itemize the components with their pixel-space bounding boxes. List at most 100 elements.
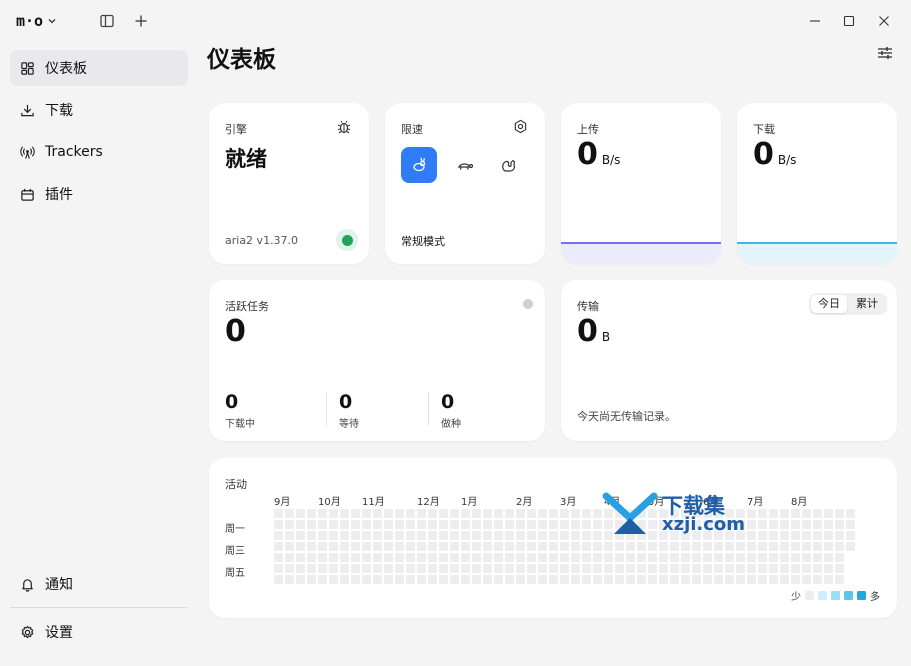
heatmap-cell[interactable] [758, 575, 767, 584]
heatmap-cell[interactable] [450, 553, 459, 562]
heatmap-cell[interactable] [681, 575, 690, 584]
heatmap-cell[interactable] [582, 542, 591, 551]
heatmap-cell[interactable] [648, 553, 657, 562]
heatmap-cell[interactable] [527, 564, 536, 573]
heatmap-cell[interactable] [582, 509, 591, 518]
heatmap-cell[interactable] [362, 509, 371, 518]
heatmap-cell[interactable] [296, 553, 305, 562]
add-icon[interactable] [132, 12, 150, 30]
heatmap-cell[interactable] [461, 520, 470, 529]
heatmap-cell[interactable] [813, 575, 822, 584]
heatmap-cell[interactable] [296, 531, 305, 540]
heatmap-cell[interactable] [736, 542, 745, 551]
heatmap-cell[interactable] [274, 531, 283, 540]
heatmap-cell[interactable] [791, 564, 800, 573]
heatmap-cell[interactable] [538, 542, 547, 551]
heatmap-cell[interactable] [571, 531, 580, 540]
heatmap-cell[interactable] [736, 553, 745, 562]
heatmap-cell[interactable] [483, 542, 492, 551]
heatmap-cell[interactable] [428, 531, 437, 540]
heatmap-cell[interactable] [846, 509, 855, 518]
heatmap-cell[interactable] [670, 553, 679, 562]
heatmap-cell[interactable] [505, 520, 514, 529]
heatmap-cell[interactable] [560, 553, 569, 562]
heatmap-cell[interactable] [373, 564, 382, 573]
heatmap-cell[interactable] [406, 542, 415, 551]
heatmap-cell[interactable] [802, 542, 811, 551]
heatmap-cell[interactable] [494, 575, 503, 584]
heatmap-cell[interactable] [340, 531, 349, 540]
heatmap-cell[interactable] [428, 542, 437, 551]
heatmap-cell[interactable] [538, 531, 547, 540]
heatmap-cell[interactable] [758, 542, 767, 551]
heatmap-cell[interactable] [560, 575, 569, 584]
heatmap-cell[interactable] [714, 564, 723, 573]
heatmap-cell[interactable] [791, 542, 800, 551]
heatmap-cell[interactable] [461, 542, 470, 551]
heatmap-cell[interactable] [450, 509, 459, 518]
heatmap-cell[interactable] [516, 553, 525, 562]
heatmap-cell[interactable] [296, 509, 305, 518]
heatmap-cell[interactable] [824, 553, 833, 562]
heatmap-cell[interactable] [758, 553, 767, 562]
heatmap-cell[interactable] [351, 575, 360, 584]
heatmap-cell[interactable] [483, 520, 492, 529]
heatmap-cell[interactable] [296, 575, 305, 584]
hexagon-settings-icon[interactable] [513, 119, 528, 138]
heatmap-cell[interactable] [571, 553, 580, 562]
heatmap-cell[interactable] [824, 520, 833, 529]
heatmap-cell[interactable] [329, 542, 338, 551]
heatmap-cell[interactable] [560, 509, 569, 518]
heatmap-cell[interactable] [791, 553, 800, 562]
heatmap-cell[interactable] [351, 520, 360, 529]
heatmap-cell[interactable] [802, 531, 811, 540]
heatmap-cell[interactable] [780, 509, 789, 518]
heatmap-cell[interactable] [417, 575, 426, 584]
heatmap-cell[interactable] [417, 509, 426, 518]
heatmap-cell[interactable] [637, 564, 646, 573]
heatmap-cell[interactable] [527, 542, 536, 551]
heatmap-cell[interactable] [395, 531, 404, 540]
heatmap-cell[interactable] [395, 509, 404, 518]
heatmap-cell[interactable] [340, 509, 349, 518]
heatmap-cell[interactable] [373, 575, 382, 584]
heatmap-cell[interactable] [472, 520, 481, 529]
heatmap-cell[interactable] [549, 520, 558, 529]
heatmap-cell[interactable] [516, 542, 525, 551]
heatmap-cell[interactable] [472, 509, 481, 518]
heatmap-cell[interactable] [318, 564, 327, 573]
heatmap-cell[interactable] [461, 553, 470, 562]
heatmap-cell[interactable] [406, 509, 415, 518]
heatmap-cell[interactable] [615, 575, 624, 584]
heatmap-cell[interactable] [560, 564, 569, 573]
heatmap-cell[interactable] [615, 553, 624, 562]
heatmap-cell[interactable] [329, 531, 338, 540]
heatmap-cell[interactable] [406, 531, 415, 540]
heatmap-cell[interactable] [494, 564, 503, 573]
minimize-icon[interactable] [806, 12, 824, 30]
heatmap-cell[interactable] [395, 553, 404, 562]
heatmap-cell[interactable] [505, 531, 514, 540]
heatmap-cell[interactable] [395, 575, 404, 584]
heatmap-cell[interactable] [296, 520, 305, 529]
heatmap-cell[interactable] [725, 542, 734, 551]
heatmap-cell[interactable] [824, 509, 833, 518]
heatmap-cell[interactable] [747, 542, 756, 551]
heatmap-cell[interactable] [780, 520, 789, 529]
heatmap-cell[interactable] [362, 553, 371, 562]
heatmap-cell[interactable] [637, 575, 646, 584]
heatmap-cell[interactable] [736, 564, 745, 573]
heatmap-cell[interactable] [670, 575, 679, 584]
heatmap-cell[interactable] [450, 520, 459, 529]
sliders-icon[interactable] [876, 44, 894, 62]
heatmap-cell[interactable] [659, 575, 668, 584]
heatmap-cell[interactable] [351, 509, 360, 518]
heatmap-cell[interactable] [362, 531, 371, 540]
heatmap-cell[interactable] [406, 520, 415, 529]
heatmap-cell[interactable] [571, 542, 580, 551]
heatmap-cell[interactable] [582, 564, 591, 573]
heatmap-cell[interactable] [692, 564, 701, 573]
heatmap-cell[interactable] [835, 509, 844, 518]
sidebar-item-settings[interactable]: 设置 [10, 614, 188, 650]
heatmap-cell[interactable] [703, 564, 712, 573]
